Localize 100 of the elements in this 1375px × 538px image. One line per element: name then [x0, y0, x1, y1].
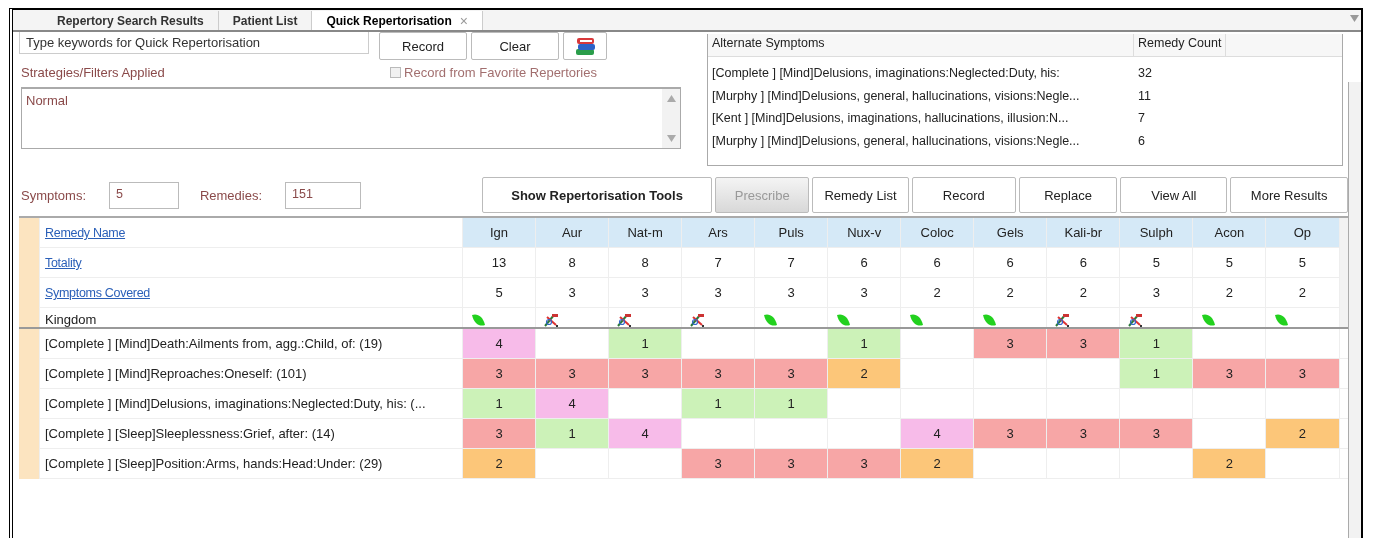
grade-cell: 1 — [1119, 328, 1193, 359]
scrollbar[interactable] — [1339, 217, 1349, 328]
toolbar-button[interactable]: View All — [1120, 177, 1228, 213]
section-label: Strategies/Filters Applied — [21, 64, 165, 80]
table-cell: 2 — [933, 285, 941, 300]
symptom-text[interactable]: [Complete ] [Mind]Delusions, imaginations:Neglected:Duty, his: — [708, 66, 1132, 81]
grade-cell: 3 — [973, 328, 1047, 359]
remedy-name[interactable]: Ars — [708, 225, 728, 240]
grade-cell: 1 — [754, 388, 828, 419]
table-cell: 7 — [714, 255, 722, 270]
grade-cell: 3 — [754, 448, 828, 479]
table-cell: 5 — [495, 285, 503, 300]
books-button[interactable] — [563, 32, 607, 60]
header-link[interactable]: Remedy Name — [45, 226, 126, 240]
count-field: 5 — [109, 181, 179, 209]
remedy-count: 7 — [1137, 111, 1145, 126]
grade-cell: 3 — [973, 418, 1047, 449]
grade-cell: 3 — [681, 358, 755, 389]
strategy-value: Normal — [25, 92, 69, 110]
field-label: Symptoms: — [21, 187, 86, 203]
grade-cell: 3 — [1046, 418, 1120, 449]
toolbar-button[interactable]: Remedy List — [812, 177, 909, 213]
grade-cell: 1 — [608, 328, 682, 359]
tab[interactable]: Repertory Search Results — [43, 11, 219, 30]
grade-cell: 3 — [608, 358, 682, 389]
count-field: 151 — [285, 181, 361, 209]
toolbar-button[interactable]: Record — [379, 32, 467, 60]
table-cell: 6 — [860, 255, 868, 270]
grade-cell: 4 — [535, 388, 609, 419]
symptom-cell: [Complete ] [Sleep]Position:Arms, hands:Head:Under: (29) — [39, 448, 463, 479]
toolbar-button[interactable]: More Results — [1230, 177, 1348, 213]
remedy-count: 11 — [1137, 88, 1151, 103]
grade-cell: 3 — [754, 358, 828, 389]
dropdown-arrow-icon[interactable] — [1350, 15, 1359, 22]
scrollbar[interactable] — [662, 89, 680, 148]
table-cell: 3 — [1152, 285, 1160, 300]
grade-cell: 3 — [1192, 358, 1266, 389]
table-cell: 8 — [641, 255, 649, 270]
symptom-cell: [Complete ] [Mind]Death:Ailments from, agg.:Child, of: (19) — [39, 328, 463, 359]
table-cell: 7 — [787, 255, 795, 270]
table-cell: 3 — [714, 285, 722, 300]
grade-cell: 1 — [681, 388, 755, 419]
table-cell: 8 — [568, 255, 576, 270]
table-cell: 2 — [1006, 285, 1014, 300]
grade-cell: 1 — [827, 328, 901, 359]
row-marker — [19, 217, 40, 248]
symptom-cell: [Complete ] [Mind]Delusions, imaginations:Neglected:Duty, his: (... — [39, 388, 463, 419]
symptom-text[interactable]: [Kent ] [Mind]Delusions, imaginations, hallucinations, illusion:N... — [708, 111, 1132, 126]
table-cell: 13 — [491, 255, 507, 270]
grade-cell: 2 — [827, 358, 901, 389]
table-cell: 5 — [1298, 255, 1307, 270]
remedy-name[interactable]: Op — [1293, 225, 1312, 240]
remedy-count: 6 — [1137, 133, 1145, 148]
tab[interactable]: Quick Repertorisation × — [312, 11, 483, 30]
grade-cell: 2 — [462, 448, 536, 479]
grade-cell: 3 — [462, 418, 536, 449]
field-label: Remedies: — [199, 187, 262, 203]
grade-cell: 2 — [1192, 448, 1266, 479]
grade-cell: 3 — [1119, 418, 1193, 449]
scroll-down-icon — [666, 135, 676, 142]
table-cell: 2 — [1298, 285, 1307, 300]
remedy-name[interactable]: Ign — [489, 225, 509, 240]
remedy-name[interactable]: Aur — [561, 225, 583, 240]
grade-cell: 3 — [1046, 328, 1120, 359]
table-cell: 6 — [1006, 255, 1014, 270]
column-header: Alternate Symptoms — [708, 34, 1134, 56]
grade-cell: 2 — [900, 448, 974, 479]
grade-cell: 1 — [462, 388, 536, 419]
symptom-text[interactable]: [Murphy ] [Mind]Delusions, general, hallucinations, visions:Negle... — [708, 133, 1132, 148]
table-cell: 3 — [787, 285, 795, 300]
symptom-cell: [Complete ] [Mind]Reproaches:Oneself: (101) — [39, 358, 463, 389]
grade-cell: 3 — [535, 358, 609, 389]
table-cell: 2 — [1225, 285, 1233, 300]
column-header: Remedy Count — [1134, 34, 1227, 56]
scroll-up-icon — [666, 95, 676, 102]
toolbar-button[interactable]: Record — [911, 177, 1016, 213]
remedy-name[interactable]: Puls — [778, 225, 804, 240]
grade-cell: 1 — [1119, 358, 1193, 389]
table-cell: 6 — [1079, 255, 1087, 270]
table-cell: 3 — [860, 285, 868, 300]
header-link[interactable]: Symptoms Covered — [45, 286, 150, 300]
grade-cell: 3 — [827, 448, 901, 479]
grade-cell: 4 — [608, 418, 682, 449]
toolbar-button[interactable]: Show Repertorisation Tools — [481, 177, 713, 213]
header-link[interactable]: Totality — [45, 256, 82, 270]
remedy-name[interactable]: Gels — [996, 225, 1024, 240]
grade-cell: 3 — [681, 448, 755, 479]
symptom-text[interactable]: [Murphy ] [Mind]Delusions, general, hallucinations, visions:Negle... — [708, 88, 1132, 103]
toolbar-button[interactable]: Clear — [471, 32, 559, 60]
row-marker — [19, 448, 40, 479]
table-cell: 5 — [1225, 255, 1233, 270]
checkbox-label: Record from Favorite Repertories — [404, 64, 597, 80]
grade-cell: 3 — [462, 358, 536, 389]
search-field[interactable]: Type keywords for Quick Repertorisation — [19, 32, 369, 54]
table-cell: 3 — [568, 285, 576, 300]
toolbar-button[interactable]: Replace — [1018, 177, 1118, 213]
books-icon — [574, 36, 596, 56]
scrollbar[interactable] — [1348, 82, 1361, 538]
table-cell: 2 — [1079, 285, 1087, 300]
grade-cell: 2 — [1265, 418, 1339, 449]
